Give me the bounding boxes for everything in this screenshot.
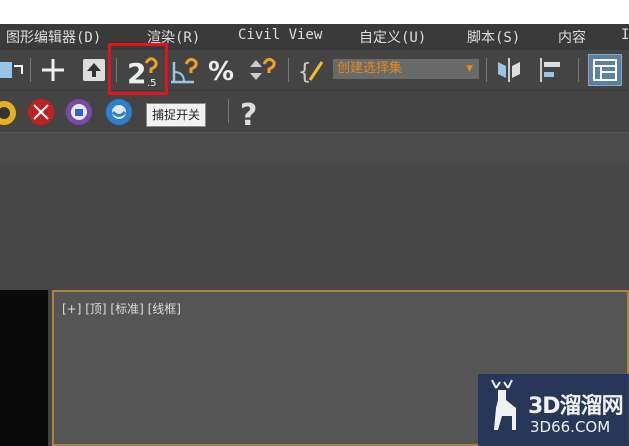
watermark-logo: 3D溜溜网 3D66.COM bbox=[478, 374, 629, 446]
scene-explorer-icon[interactable] bbox=[588, 54, 622, 86]
menu-customize[interactable]: 自定义(U) bbox=[359, 27, 426, 47]
toolbar-separator bbox=[228, 99, 229, 123]
render-toolbar: ? bbox=[0, 91, 629, 131]
named-selection-set-placeholder: 创建选择集 bbox=[337, 61, 403, 76]
angle-snap-icon[interactable] bbox=[168, 54, 202, 86]
ribbon-panel bbox=[0, 163, 629, 290]
svg-text:%: % bbox=[208, 57, 234, 86]
snap-toggle-highlight bbox=[108, 43, 168, 95]
move-icon[interactable] bbox=[38, 56, 68, 84]
mirror-icon[interactable] bbox=[494, 54, 526, 86]
menu-more[interactable]: I bbox=[621, 27, 629, 43]
align-icon[interactable] bbox=[536, 54, 568, 86]
menu-civil-view[interactable]: Civil View bbox=[238, 27, 322, 43]
menu-bar: 图形编辑器(D) 渲染(R) Civil View 自定义(U) 脚本(S) 内… bbox=[0, 24, 629, 50]
menu-scripting[interactable]: 脚本(S) bbox=[467, 27, 520, 47]
toolbar-separator bbox=[30, 58, 31, 82]
render-production-icon[interactable] bbox=[104, 97, 134, 127]
watermark-url: 3D66.COM bbox=[530, 418, 611, 436]
help-icon[interactable]: ? bbox=[236, 95, 266, 129]
snap-toggle-tooltip: 捕捉开关 bbox=[146, 103, 207, 127]
viewport-label[interactable]: [+] [顶] [标准] [线框] bbox=[62, 300, 181, 317]
spinner-snap-icon[interactable] bbox=[246, 54, 280, 86]
place-icon[interactable] bbox=[80, 56, 108, 84]
menu-content[interactable]: 内容 bbox=[558, 27, 586, 47]
percent-snap-icon[interactable]: % bbox=[206, 54, 240, 86]
menu-graph-editors[interactable]: 图形编辑器(D) bbox=[6, 27, 101, 47]
watermark-title: 3D溜溜网 bbox=[528, 394, 624, 419]
help-glyph: ? bbox=[240, 98, 257, 129]
edit-named-selection-icon[interactable]: { bbox=[296, 54, 328, 86]
toolbar-separator bbox=[578, 58, 579, 82]
main-toolbar: 2 .5 % { bbox=[0, 50, 629, 91]
named-selection-set-dropdown[interactable]: 创建选择集 ▼ bbox=[333, 59, 479, 79]
rendered-frame-window-icon[interactable] bbox=[64, 97, 94, 127]
chevron-down-icon: ▼ bbox=[466, 64, 473, 74]
link-icon[interactable] bbox=[0, 56, 24, 84]
ribbon-bar bbox=[0, 132, 629, 164]
toolbar-separator bbox=[486, 58, 487, 82]
render-setup-icon[interactable] bbox=[26, 97, 56, 127]
svg-text:{: { bbox=[298, 60, 311, 85]
toolbar-separator bbox=[288, 58, 289, 82]
deer-logo-icon bbox=[491, 379, 516, 430]
material-editor-icon[interactable] bbox=[0, 99, 20, 127]
left-panel bbox=[0, 290, 48, 446]
